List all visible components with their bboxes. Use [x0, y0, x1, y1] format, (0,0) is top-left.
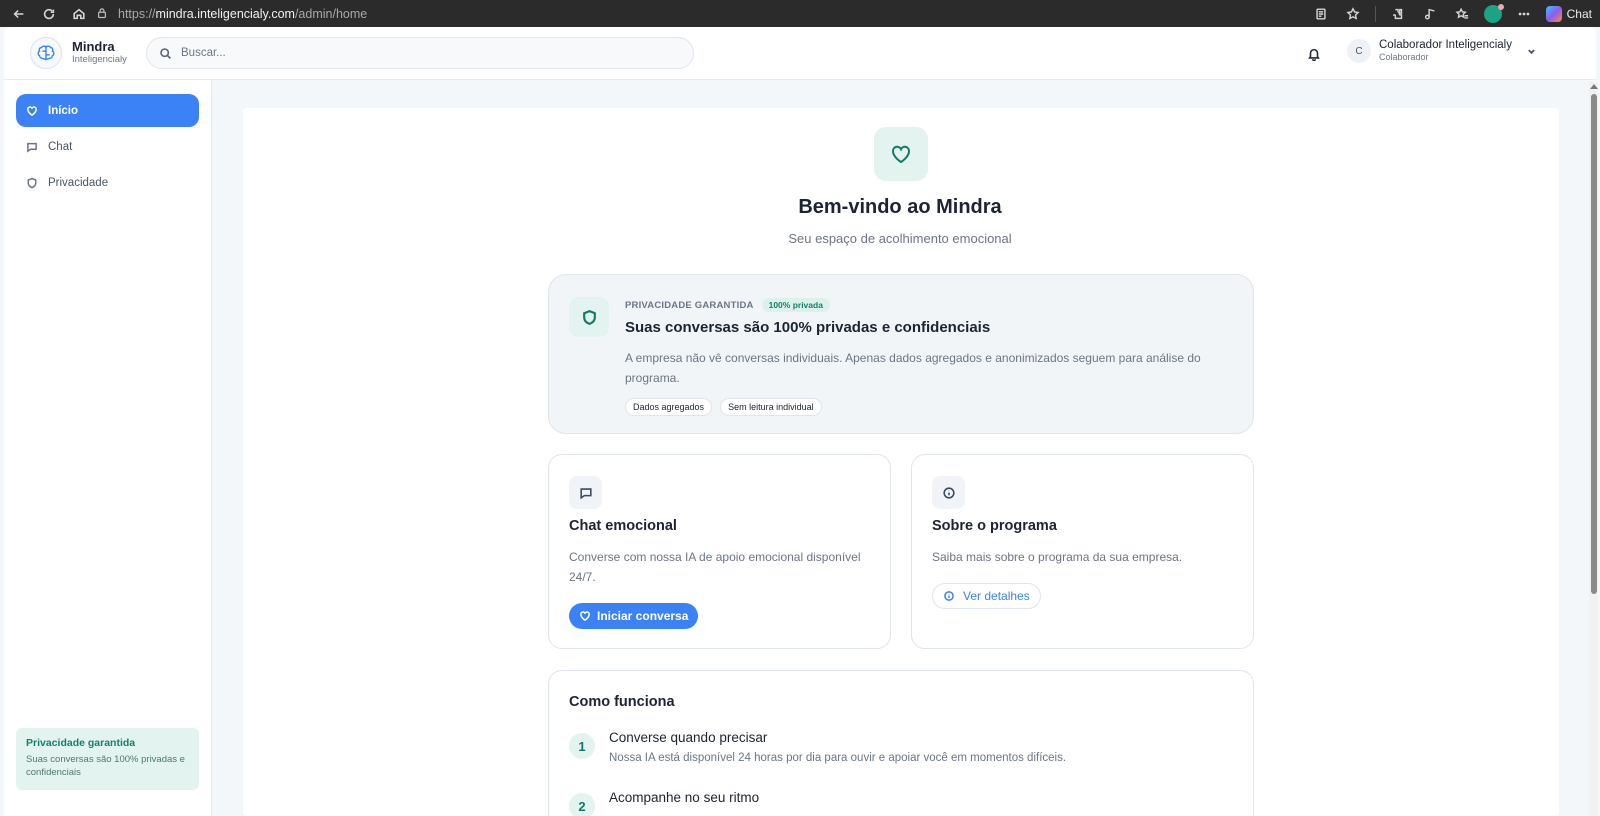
privacy-eyebrow-label: PRIVACIDADE GARANTIDA: [625, 299, 754, 311]
sidebar-item-label: Chat: [48, 140, 73, 153]
lock-icon: [96, 7, 110, 21]
toolbar-divider: [1374, 5, 1376, 22]
scroll-up-icon[interactable]: [1590, 84, 1598, 89]
shield-icon: [27, 177, 37, 188]
brain-logo-icon: [30, 37, 62, 69]
favorites-icon[interactable]: [1452, 4, 1472, 24]
privacy-card: PRIVACIDADE GARANTIDA 100% privada Suas …: [548, 274, 1254, 434]
view-details-button[interactable]: Ver detalhes: [932, 583, 1041, 609]
reader-icon[interactable]: [1311, 4, 1331, 24]
about-card-text: Saiba mais sobre o programa da sua empre…: [932, 550, 1183, 564]
start-chat-button[interactable]: Iniciar conversa: [569, 603, 699, 629]
heart-icon: [580, 611, 590, 622]
step-title: Converse quando precisar: [609, 730, 768, 745]
copilot-icon: [1545, 5, 1562, 22]
user-name: Colaborador Inteligencialy: [1379, 39, 1512, 51]
user-role: Colaborador: [1379, 52, 1429, 62]
info-icon: [944, 591, 954, 601]
scrollbar[interactable]: [1589, 82, 1598, 816]
privacy-notice-title: Privacidade garantida: [26, 737, 136, 749]
privacy-notice-text: Suas conversas são 100% privadas e confi…: [26, 754, 185, 778]
about-card: Sobre o programa Saiba mais sobre o prog…: [911, 454, 1254, 649]
sidebar-item-inicio[interactable]: Início: [16, 94, 199, 127]
address-bar[interactable]: https://mindra.inteligencialy.com/admin/…: [96, 3, 1314, 24]
app-header: Mindra Inteligencialy C Colaborador Inte…: [4, 27, 1596, 80]
brand[interactable]: Mindra Inteligencialy: [30, 37, 127, 69]
copilot-chat-button[interactable]: Chat: [1545, 5, 1592, 22]
step-title: Acompanhe no seu ritmo: [609, 790, 760, 805]
message-icon: [569, 476, 602, 509]
url-path: /admin/home: [294, 6, 368, 21]
chip: Dados agregados: [625, 398, 713, 416]
chat-card-text: Converse com nossa IA de apoio emocional…: [569, 550, 861, 584]
chat-card: Chat emocional Converse com nossa IA de …: [548, 454, 891, 649]
brand-name: Mindra: [72, 39, 115, 54]
step-number: 2: [569, 793, 595, 816]
scrollbar-thumb[interactable]: [1591, 94, 1597, 594]
start-chat-label: Iniciar conversa: [597, 609, 689, 623]
more-icon[interactable]: [1514, 4, 1534, 24]
hero-heart-icon: [874, 127, 928, 181]
page-subtitle: Seu espaço de acolhimento emocional: [788, 231, 1012, 246]
step-text: Nossa IA está disponível 24 horas por di…: [609, 752, 1067, 764]
privacy-card-title: Suas conversas são 100% privadas e confi…: [625, 319, 991, 336]
chip: Sem leitura individual: [720, 398, 822, 416]
privacy-chips: Dados agregados Sem leitura individual: [625, 398, 822, 416]
how-it-works-card: Como funciona 1 Converse quando precisar…: [548, 670, 1254, 816]
page-title: Bem-vindo ao Mindra: [798, 196, 1002, 218]
browser-actions: Chat: [1311, 0, 1592, 27]
brand-subtitle: Inteligencialy: [72, 54, 127, 65]
how-it-works-title: Como funciona: [569, 694, 675, 710]
url-prefix: https://: [118, 6, 156, 21]
notifications-bell-icon[interactable]: [1304, 44, 1324, 64]
privacy-eyebrow: PRIVACIDADE GARANTIDA 100% privada: [625, 298, 830, 312]
copilot-label: Chat: [1566, 6, 1592, 21]
sidebar-item-chat[interactable]: Chat: [16, 130, 199, 163]
step-number: 1: [569, 733, 595, 759]
search-box: [146, 37, 694, 69]
media-icon[interactable]: [1420, 4, 1440, 24]
url-domain: mindra.inteligencialy.com: [155, 6, 295, 21]
heart-icon: [27, 105, 37, 116]
sidebar-item-label: Início: [48, 104, 79, 117]
about-card-title: Sobre o programa: [932, 518, 1057, 534]
avatar: C: [1347, 39, 1371, 63]
back-icon[interactable]: [8, 3, 30, 25]
home-icon[interactable]: [68, 3, 90, 25]
view-details-label: Ver detalhes: [963, 589, 1030, 603]
privacy-card-text: A empresa não vê conversas individuais. …: [625, 351, 1201, 385]
privacy-notice: Privacidade garantida Suas conversas são…: [16, 728, 199, 790]
status-badge: 100% privada: [761, 298, 830, 312]
extensions-icon[interactable]: [1388, 4, 1408, 24]
sidebar-item-label: Privacidade: [48, 176, 109, 189]
refresh-icon[interactable]: [38, 3, 60, 25]
star-icon[interactable]: [1343, 4, 1363, 24]
sidebar: Início Chat Privacidade Privacidade gara…: [4, 80, 212, 816]
browser-toolbar: https://mindra.inteligencialy.com/admin/…: [0, 0, 1600, 27]
search-icon: [160, 47, 171, 59]
chat-card-title: Chat emocional: [569, 518, 677, 534]
search-input[interactable]: [181, 47, 661, 59]
profile-extension-icon[interactable]: [1483, 3, 1504, 23]
shield-icon: [569, 297, 609, 337]
message-icon: [27, 142, 37, 153]
user-menu[interactable]: C Colaborador Inteligencialy Colaborador: [1347, 39, 1537, 63]
sidebar-item-privacidade[interactable]: Privacidade: [16, 166, 199, 199]
chevron-down-icon: [1528, 48, 1535, 54]
info-icon: [932, 476, 965, 509]
